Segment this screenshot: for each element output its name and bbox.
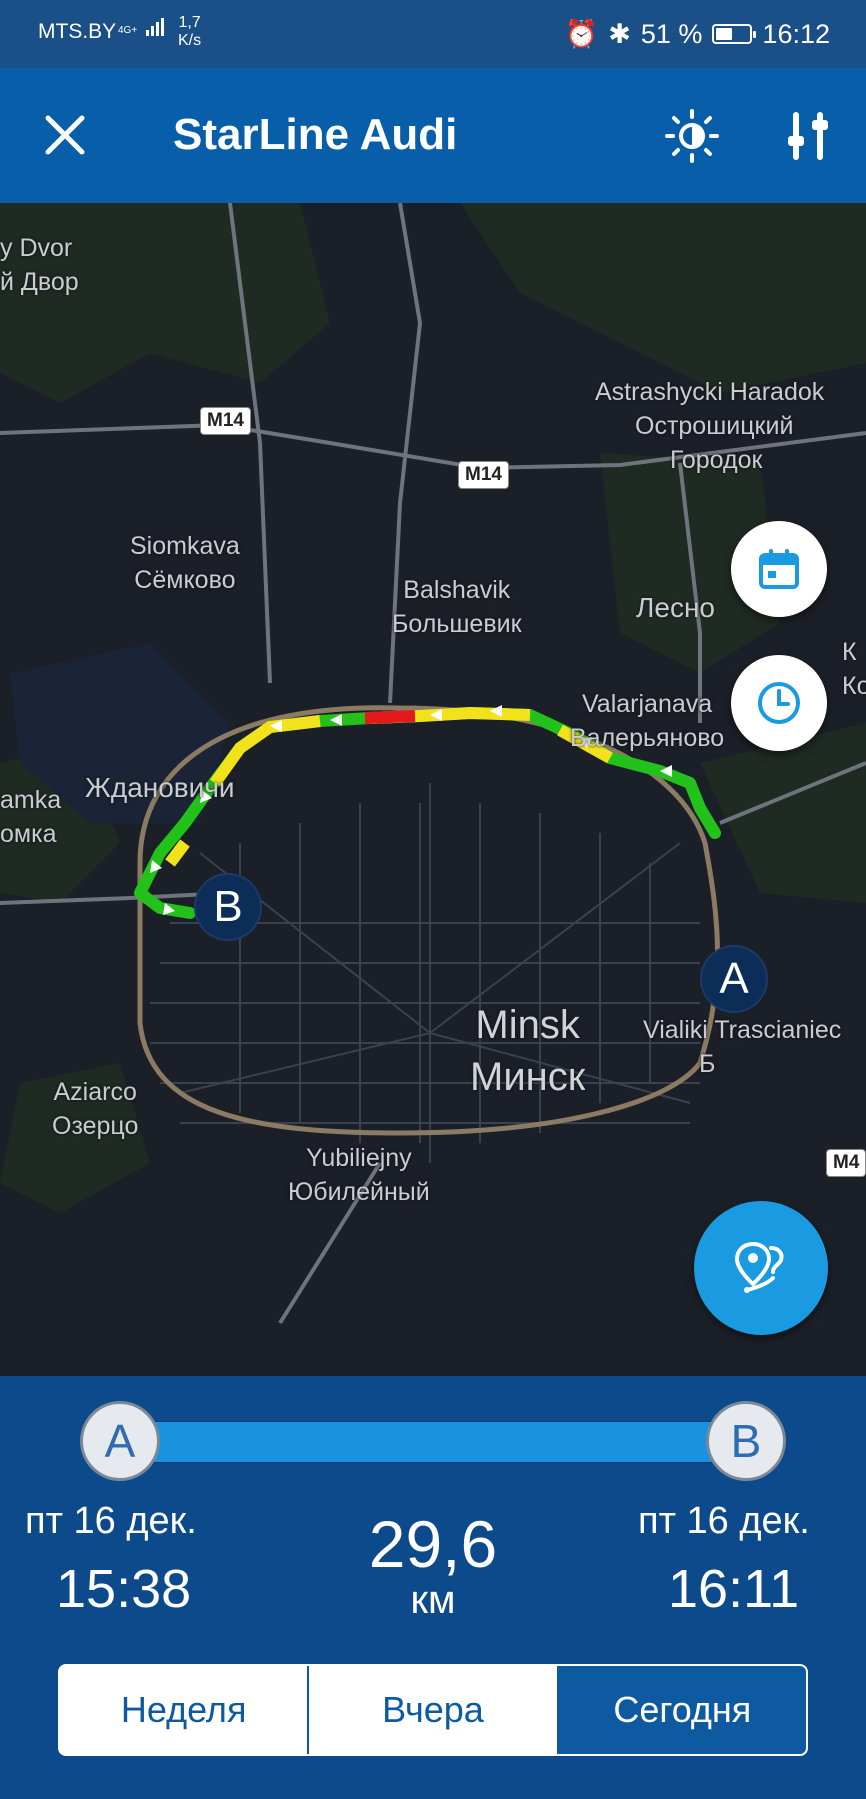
time-button[interactable] — [731, 655, 827, 751]
route-button[interactable] — [694, 1201, 828, 1335]
app-bar: StarLine Audi — [0, 68, 866, 203]
map-label-valarjanava-lat: Valarjanava — [581, 690, 713, 718]
route-segment-red — [364, 710, 416, 724]
map-label-vialiki: Vialiki Trascianiec Б — [643, 1013, 841, 1081]
road-shield-m14-west: M14 — [200, 407, 251, 435]
map-view[interactable]: y Dvor й Двор Astrashycki Haradok Острошиц… — [0, 203, 866, 1376]
map-label-vialiki-cyr: Б — [699, 1050, 716, 1078]
calendar-icon — [759, 549, 799, 589]
map-label-balshavik-cyr: Большевик — [392, 610, 522, 638]
tab-yesterday[interactable]: Вчера — [307, 1666, 557, 1754]
settings-sliders-icon[interactable] — [780, 108, 836, 164]
map-label-aziarco-cyr: Озерцо — [52, 1112, 139, 1140]
map-label-zhdanovichi: Ждановичи — [85, 772, 235, 803]
end-date: пт 16 дек. — [638, 1500, 810, 1542]
map-label-minsk-lat: Minsk — [475, 1003, 580, 1047]
road-shield-m4: M4 — [826, 1149, 866, 1177]
map-label-astrashycki-cyr2: Городок — [670, 446, 763, 474]
map-label-astrashycki: Astrashycki Haradok Острошицкий Городок — [595, 375, 824, 477]
map-label-dvor: y Dvor й Двор — [0, 231, 79, 299]
road-shield-m14-center: M14 — [458, 461, 509, 489]
map-label-siomkava-cyr: Сёмково — [134, 566, 236, 594]
network-speed-unit: K/s — [178, 32, 202, 49]
period-tabs: Неделя Вчера Сегодня — [58, 1664, 808, 1756]
carrier-name: MTS.BY — [38, 20, 117, 43]
app-title: StarLine Audi — [173, 110, 458, 159]
map-label-balshavik-lat: Balshavik — [403, 576, 511, 604]
trip-range-end-handle[interactable]: B — [706, 1401, 786, 1481]
tab-week[interactable]: Неделя — [60, 1666, 308, 1754]
end-time: 16:11 — [668, 1559, 800, 1619]
start-time: 15:38 — [56, 1559, 192, 1619]
map-label-yubiliejny: Yubiliejny Юбилейный — [288, 1141, 430, 1209]
map-label-yubiliejny-lat: Yubiliejny — [306, 1144, 412, 1172]
start-date: пт 16 дек. — [25, 1500, 197, 1542]
route-end-marker[interactable]: B — [194, 873, 262, 941]
route-start-marker[interactable]: A — [700, 945, 768, 1013]
map-label-balshavik: Balshavik Большевик — [392, 573, 522, 641]
bluetooth-icon: ✱ — [608, 18, 631, 49]
map-label-valarjanava-cyr: Валерьяново — [570, 724, 725, 752]
map-label-omka-cyr: омка — [0, 820, 57, 848]
map-label-edge-k: К — [842, 638, 857, 666]
map-label-siomkava: Siomkava Сёмково — [130, 529, 240, 597]
map-label-dvor-lat: y Dvor — [0, 234, 73, 262]
battery-icon — [712, 24, 757, 44]
map-label-dvor-cyr: й Двор — [0, 268, 79, 296]
battery-percent: 51 % — [640, 18, 703, 49]
map-label-yubiliejny-cyr: Юбилейный — [288, 1178, 430, 1206]
map-label-lesno: Лесно — [636, 592, 715, 623]
map-label-edge-ko: Ко — [842, 672, 866, 700]
map-label-vialiki-lat: Vialiki Trascianiec — [643, 1016, 842, 1044]
map-label-minsk: Minsk Минск — [470, 999, 585, 1103]
map-label-astrashycki-lat: Astrashycki Haradok — [595, 378, 825, 406]
map-label-amka: amka — [0, 786, 62, 814]
route-pin-icon — [734, 1241, 784, 1293]
map-label-aziarco: Aziarco Озерцо — [52, 1075, 138, 1143]
network-speed-value: 1,7 — [178, 14, 201, 31]
signal-icon — [145, 16, 164, 36]
map-label-astrashycki-cyr1: Острошицкий — [635, 412, 794, 440]
clock: 16:12 — [762, 18, 830, 49]
network-type: 4G+ — [118, 25, 138, 36]
trip-range-start-handle[interactable]: A — [80, 1401, 160, 1481]
status-right: ⏰ ✱ 51 % 16:12 — [565, 18, 830, 50]
map-label-valarjanava: Valarjanava Валерьяново — [570, 687, 724, 755]
close-icon[interactable] — [40, 110, 90, 160]
tab-today[interactable]: Сегодня — [556, 1666, 806, 1754]
calendar-button[interactable] — [731, 521, 827, 617]
battery-fill — [716, 28, 733, 40]
clock-icon — [758, 682, 800, 724]
trip-distance: 29,6 — [368, 1507, 498, 1581]
trip-range-track[interactable] — [118, 1421, 750, 1463]
network-indicator: 4G+ — [118, 16, 164, 36]
status-bar: MTS.BY 4G+ 1,7 K/s ⏰ ✱ 51 % 16:12 — [0, 0, 866, 68]
map-label-omka: amka омка — [0, 783, 61, 851]
network-speed: 1,7 K/s — [178, 14, 201, 50]
map-label-minsk-cyr: Минск — [470, 1055, 586, 1099]
brightness-icon[interactable] — [664, 108, 720, 164]
map-label-siomkava-lat: Siomkava — [130, 532, 240, 560]
alarm-icon: ⏰ — [564, 19, 599, 49]
trip-panel: A B пт 16 дек. 15:38 29,6 км пт 16 дек. … — [0, 1376, 866, 1799]
map-label-aziarco-lat: Aziarco — [53, 1078, 137, 1106]
map-label-edge: К Ко — [842, 635, 866, 703]
trip-distance-unit: км — [410, 1578, 456, 1622]
